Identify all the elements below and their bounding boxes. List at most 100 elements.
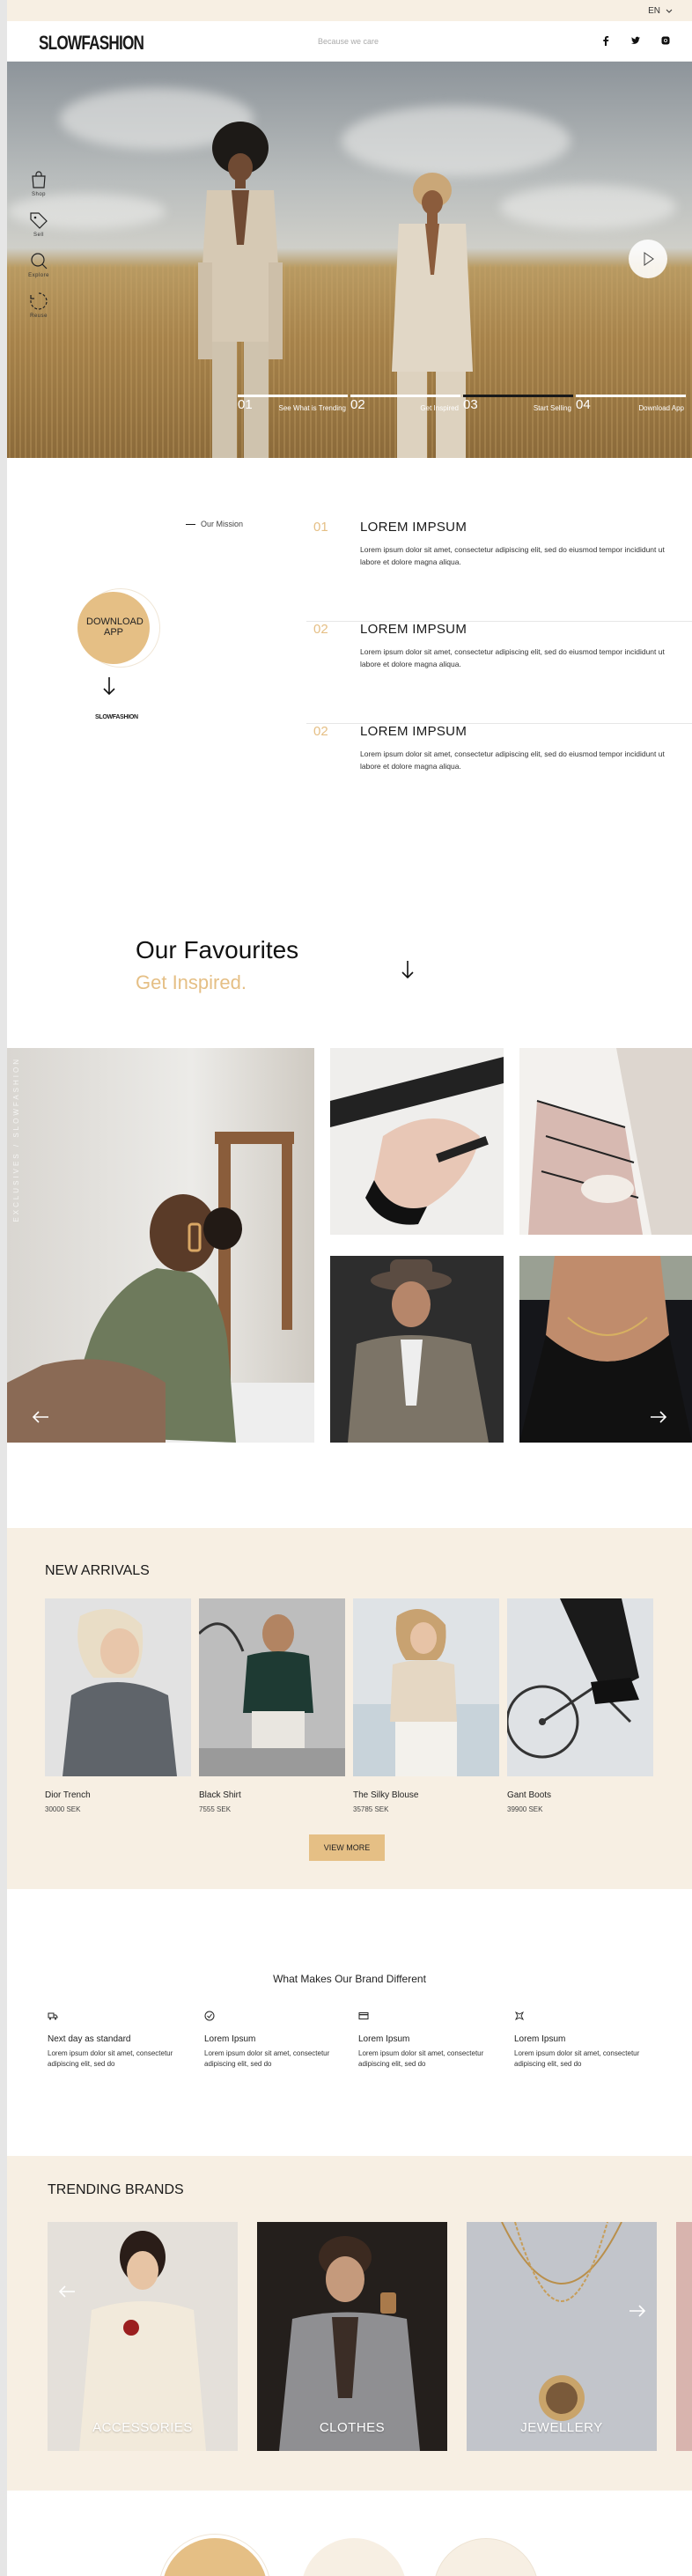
side-nav-label: Explore [28, 273, 49, 278]
bottom-circle-cream [433, 2538, 539, 2576]
brand-card-clothes[interactable]: CLOTHES [257, 2222, 447, 2451]
mission-text: Lorem ipsum dolor sit amet, consectetur … [360, 749, 665, 771]
product-photo-boots [507, 1598, 653, 1776]
feature-text: Lorem ipsum dolor sit amet, consectetur … [514, 2049, 640, 2069]
vertical-label: EXCLUSIVES / SLOWFASHION [12, 1057, 20, 1222]
feature-item: Lorem Ipsum Lorem ipsum dolor sit amet, … [358, 2010, 496, 2070]
tagline: Because we care [318, 37, 379, 46]
step-download[interactable]: 04 Download App [576, 395, 686, 421]
step-label: Start Selling [533, 404, 571, 412]
product-name[interactable]: Black Shirt [199, 1790, 345, 1800]
twitter-icon[interactable] [630, 35, 641, 46]
brand-card-accessories[interactable]: ACCESSORIES [48, 2222, 238, 2451]
step-label: Get Inspired [420, 404, 459, 412]
product-card[interactable]: Gant Boots 39900 SEK [507, 1598, 653, 1813]
step-inspired[interactable]: 02 Get Inspired [350, 395, 460, 421]
bag-icon [32, 171, 46, 188]
trending-brands-section: TRENDING BRANDS ACCESSORIES CLOTHES JEWE… [7, 2156, 692, 2491]
gallery-necklace-image[interactable] [519, 1256, 692, 1443]
search-icon [31, 253, 48, 269]
logo[interactable]: SLOWFASHION [39, 32, 144, 55]
arrow-right-icon[interactable] [650, 1411, 667, 1423]
product-price: 7555 SEK [199, 1805, 232, 1813]
mission-label: Our Mission [186, 520, 243, 528]
product-image[interactable] [199, 1598, 345, 1776]
brand-card-partial[interactable] [676, 2222, 692, 2451]
chevron-down-icon [666, 9, 673, 13]
topbar: EN [7, 0, 692, 21]
product-price: 30000 SEK [45, 1805, 81, 1813]
product-card[interactable]: The Silky Blouse 35785 SEK [353, 1598, 499, 1813]
product-name[interactable]: The Silky Blouse [353, 1790, 499, 1800]
product-name[interactable]: Dior Trench [45, 1790, 191, 1800]
mission-text: Lorem ipsum dolor sit amet, consectetur … [360, 647, 665, 669]
view-more-button[interactable]: VIEW MORE [309, 1834, 385, 1861]
product-image[interactable] [353, 1598, 499, 1776]
product-image[interactable] [507, 1598, 653, 1776]
truck-icon [48, 2012, 58, 2020]
side-nav-shop[interactable]: Shop [26, 169, 51, 197]
play-button[interactable] [629, 240, 667, 278]
gallery-scarf-image[interactable] [519, 1048, 692, 1235]
side-nav-explore[interactable]: Explore [26, 250, 51, 278]
left-edge [0, 0, 7, 2576]
feature-item: Next day as standard Lorem ipsum dolor s… [48, 2010, 185, 2070]
mission-item: 02 LOREM IMPSUM Lorem ipsum dolor sit am… [306, 724, 692, 826]
page: EN SLOWFASHION Because we care Shop Sell… [7, 0, 692, 2576]
sparkle-icon [514, 2011, 525, 2021]
trending-brands-title: TRENDING BRANDS [48, 2182, 184, 2197]
side-nav-sell[interactable]: Sell [26, 210, 51, 238]
step-number: 03 [463, 397, 478, 412]
step-label: See What is Trending [278, 404, 346, 412]
arrow-left-icon[interactable] [32, 1411, 49, 1423]
gallery-main-image[interactable]: EXCLUSIVES / SLOWFASHION [7, 1048, 314, 1443]
download-app-button[interactable]: DOWNLOAD APP [77, 592, 150, 664]
arrow-right-icon[interactable] [629, 2305, 646, 2317]
instagram-icon[interactable] [660, 35, 671, 46]
step-number: 02 [350, 397, 365, 412]
language-selector[interactable]: EN [648, 6, 673, 16]
product-image[interactable] [45, 1598, 191, 1776]
cloud [342, 106, 571, 176]
arrow-down-icon [103, 677, 115, 696]
product-photo-blouse [353, 1598, 499, 1776]
hero-banner: Shop Sell Explore Reuse 01 See What is T… [7, 62, 692, 458]
step-selling[interactable]: 03 Start Selling [463, 395, 573, 421]
arrow-down-icon [401, 961, 414, 979]
dash-line [186, 523, 195, 525]
feature-title: Lorem Ipsum [204, 2034, 256, 2044]
gallery-shoes-image[interactable] [330, 1048, 504, 1235]
mission-item: 01 LOREM IMPSUM Lorem ipsum dolor sit am… [306, 520, 692, 622]
download-app-label: DOWNLOAD APP [86, 616, 144, 638]
arrow-left-icon[interactable] [58, 2285, 76, 2298]
product-price: 35785 SEK [353, 1805, 389, 1813]
social-links [600, 35, 671, 46]
step-number: 01 [238, 397, 253, 412]
product-card[interactable]: Dior Trench 30000 SEK [45, 1598, 191, 1813]
bottom-circle-cream [301, 2538, 407, 2576]
step-trending[interactable]: 01 See What is Trending [238, 395, 348, 421]
product-name[interactable]: Gant Boots [507, 1790, 653, 1800]
mission-title: LOREM IMPSUM [360, 724, 467, 739]
model-with-earrings [7, 1132, 314, 1443]
feature-item: Lorem Ipsum Lorem ipsum dolor sit amet, … [204, 2010, 342, 2070]
mission-text: Lorem ipsum dolor sit amet, consectetur … [360, 545, 665, 567]
product-card[interactable]: Black Shirt 7555 SEK [199, 1598, 345, 1813]
facebook-icon[interactable] [600, 35, 611, 46]
brand-card-caption: JEWELLERY [520, 2420, 603, 2435]
gallery-gentleman-image[interactable] [330, 1256, 504, 1443]
feature-text: Lorem ipsum dolor sit amet, consectetur … [358, 2049, 484, 2069]
feature-text: Lorem ipsum dolor sit amet, consectetur … [48, 2049, 173, 2069]
mission-number: 02 [313, 622, 328, 637]
hero-steps: 01 See What is Trending 02 Get Inspired … [238, 395, 687, 430]
step-label: Download App [638, 404, 684, 412]
brand-card-jewellery[interactable]: JEWELLERY [467, 2222, 657, 2451]
side-nav-reuse[interactable]: Reuse [26, 291, 51, 319]
step-number: 04 [576, 397, 591, 412]
recycle-icon [30, 292, 48, 310]
mission-title: LOREM IMPSUM [360, 520, 467, 535]
gentleman-in-hat [330, 1256, 504, 1443]
shoes [330, 1057, 504, 1225]
check-circle-icon [204, 2011, 215, 2021]
cloud [500, 185, 676, 229]
